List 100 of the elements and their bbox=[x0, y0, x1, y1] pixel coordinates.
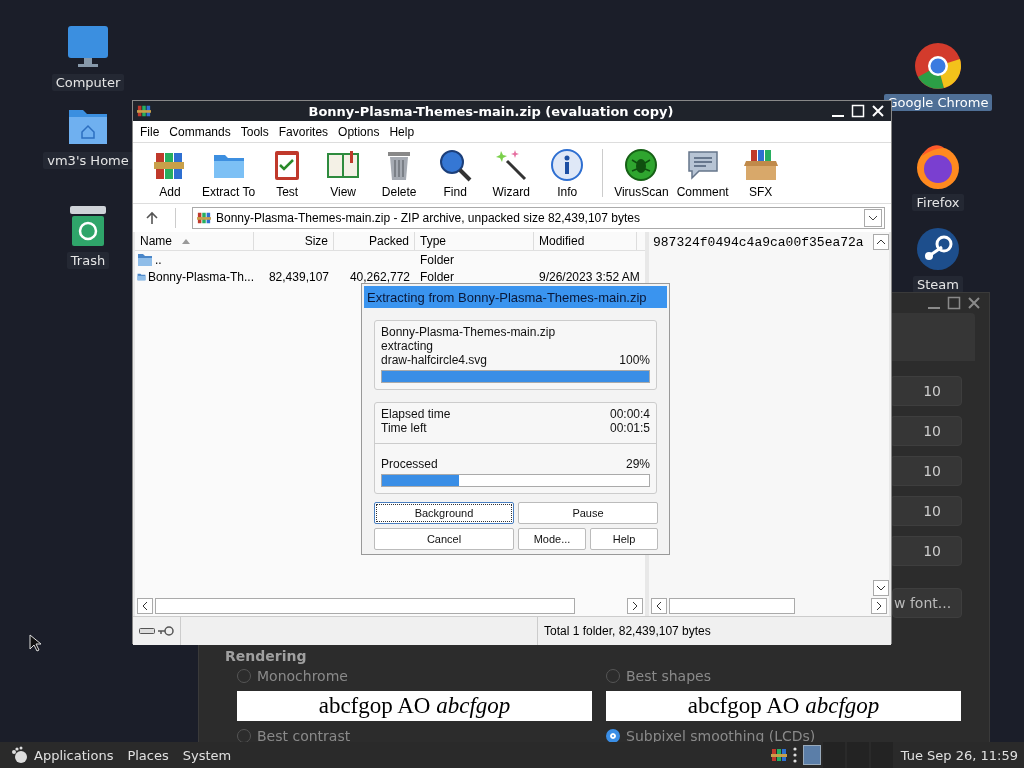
table-cell-text: 40,262,772 bbox=[348, 269, 411, 284]
font-preview: abcfgop AO abcfgop bbox=[318, 693, 511, 719]
window-button[interactable] bbox=[802, 745, 821, 765]
pointer-icon bbox=[29, 634, 41, 652]
toolbar-button[interactable]: Delete bbox=[374, 147, 425, 199]
taskbar-menu[interactable]: Applications bbox=[34, 747, 122, 763]
scroll-thumb[interactable] bbox=[669, 598, 795, 614]
scroll-up-button[interactable] bbox=[873, 234, 889, 250]
dialog-button[interactable]: Cancel bbox=[374, 528, 514, 550]
sort-arrow-icon bbox=[182, 238, 190, 244]
radio-option[interactable]: Monochrome bbox=[237, 668, 592, 684]
size-field[interactable]: 10 bbox=[890, 376, 962, 406]
scroll-right-button[interactable] bbox=[871, 598, 887, 614]
scroll-right-button[interactable] bbox=[627, 598, 643, 614]
horizontal-scrollbar[interactable] bbox=[135, 598, 645, 614]
bug-icon bbox=[623, 147, 660, 183]
toolbar-button[interactable]: VirusScan bbox=[613, 147, 670, 199]
app-icon bbox=[137, 104, 151, 118]
menu-item[interactable]: Commands bbox=[164, 124, 236, 139]
box-icon bbox=[742, 147, 779, 183]
column-header[interactable]: Type bbox=[415, 232, 534, 250]
dialog-button[interactable]: Pause bbox=[518, 502, 658, 524]
file-name[interactable]: Bonny-Plasma-Th... bbox=[147, 269, 254, 284]
radio-icon[interactable] bbox=[237, 729, 251, 743]
desktop-icon-label[interactable]: Firefox bbox=[912, 194, 964, 211]
size-field[interactable]: 10 bbox=[890, 456, 962, 486]
file-name: draw-halfcircle4.svg bbox=[381, 353, 488, 367]
taskbar-menu[interactable]: System bbox=[182, 747, 240, 763]
time-left-label: Time left bbox=[381, 421, 427, 435]
up-arrow-icon[interactable] bbox=[145, 211, 159, 225]
toolbar-button[interactable]: View bbox=[318, 147, 369, 199]
file-percent: 100% bbox=[619, 353, 650, 367]
table-cell-text: 82,439,107 bbox=[267, 269, 330, 284]
size-field[interactable]: 10 bbox=[890, 496, 962, 526]
menu-item[interactable]: Favorites bbox=[273, 124, 334, 139]
archive-icon bbox=[197, 211, 211, 225]
chevron-down-icon[interactable] bbox=[868, 215, 878, 221]
toolbar-button[interactable]: SFX bbox=[735, 147, 786, 199]
dialog-title: Extracting from Bonny-Plasma-Themes-main.zip bbox=[364, 286, 667, 308]
processed-label: Processed bbox=[381, 457, 438, 471]
chevron-right-icon bbox=[632, 602, 638, 610]
fox-browser-icon[interactable] bbox=[914, 142, 962, 190]
more-icon[interactable] bbox=[792, 747, 797, 763]
column-header[interactable]: Size bbox=[254, 232, 334, 250]
toolbar-button[interactable]: Info bbox=[542, 147, 593, 199]
browser-icon[interactable] bbox=[914, 42, 962, 90]
menu-item[interactable]: Help bbox=[384, 124, 420, 139]
chevron-left-icon bbox=[656, 602, 662, 610]
foot-icon[interactable] bbox=[10, 746, 28, 764]
elapsed-value: 00:00:4 bbox=[609, 407, 650, 421]
key-icon bbox=[158, 626, 174, 636]
processed-percent: 29% bbox=[625, 457, 650, 471]
toolbar-button[interactable]: Extract To bbox=[201, 147, 257, 199]
toolbar-button[interactable]: Wizard bbox=[486, 147, 537, 199]
toolbar-button[interactable]: Test bbox=[262, 147, 313, 199]
file-name[interactable]: .. bbox=[155, 252, 162, 267]
desktop-icon-label[interactable]: Computer bbox=[51, 74, 125, 91]
section-label: Rendering bbox=[225, 648, 308, 664]
font-button[interactable]: w font... bbox=[892, 588, 962, 618]
dialog-button[interactable]: Help bbox=[590, 528, 658, 550]
radio-icon[interactable] bbox=[606, 669, 620, 683]
folder-icon bbox=[137, 252, 153, 267]
radio-icon[interactable] bbox=[606, 729, 620, 743]
menu-item[interactable]: Tools bbox=[235, 124, 274, 139]
column-header[interactable]: Name bbox=[135, 232, 254, 250]
game-store-icon[interactable] bbox=[914, 226, 962, 272]
size-field[interactable]: 10 bbox=[890, 536, 962, 566]
monitor-icon[interactable] bbox=[66, 24, 110, 70]
toolbar-button[interactable]: Add bbox=[145, 147, 195, 199]
taskbar-menu[interactable]: Places bbox=[127, 747, 177, 763]
horizontal-scrollbar[interactable] bbox=[649, 598, 889, 614]
dialog-button[interactable]: Background bbox=[374, 502, 514, 524]
info-icon bbox=[549, 147, 586, 183]
clock: Tue Sep 26, 11:59 bbox=[899, 747, 1019, 763]
toolbar-button[interactable]: Comment bbox=[675, 147, 730, 199]
scroll-left-button[interactable] bbox=[137, 598, 153, 614]
table-cell-text: 9/26/2023 3:52 AM bbox=[538, 269, 637, 284]
menu-item[interactable]: Options bbox=[333, 124, 385, 139]
column-header[interactable]: Packed bbox=[334, 232, 415, 250]
radio-icon[interactable] bbox=[237, 669, 251, 683]
size-field[interactable]: 10 bbox=[890, 416, 962, 446]
scroll-thumb[interactable] bbox=[155, 598, 575, 614]
status-text: Total 1 folder, 82,439,107 bytes bbox=[537, 617, 891, 645]
trash-icon[interactable] bbox=[68, 204, 108, 248]
toolbar-button[interactable]: Find bbox=[430, 147, 481, 199]
window-title: Bonny-Plasma-Themes-main.zip (evaluation copy) bbox=[307, 103, 675, 119]
column-header[interactable]: Modified bbox=[534, 232, 637, 250]
chevron-right-icon bbox=[876, 602, 882, 610]
chevron-down-icon bbox=[877, 585, 885, 591]
menu-item[interactable]: File bbox=[135, 124, 165, 139]
desktop-icon-label[interactable]: vm3's Home bbox=[43, 152, 133, 169]
address-field[interactable]: Bonny-Plasma-Themes-main.zip - ZIP archive, unpacked size 82,439,107 bytes bbox=[192, 207, 885, 229]
scroll-down-button[interactable] bbox=[873, 580, 889, 596]
scroll-left-button[interactable] bbox=[651, 598, 667, 614]
table-cell-text: Folder bbox=[419, 252, 455, 267]
desktop-icon-label[interactable]: Trash bbox=[66, 252, 110, 269]
comment-text: 987324f0494c4a9ca00f35ea72a bbox=[652, 234, 865, 252]
radio-option[interactable]: Best shapes bbox=[606, 668, 961, 684]
archive-name: Bonny-Plasma-Themes-main.zip bbox=[381, 325, 557, 339]
dialog-button[interactable]: Mode... bbox=[518, 528, 586, 550]
